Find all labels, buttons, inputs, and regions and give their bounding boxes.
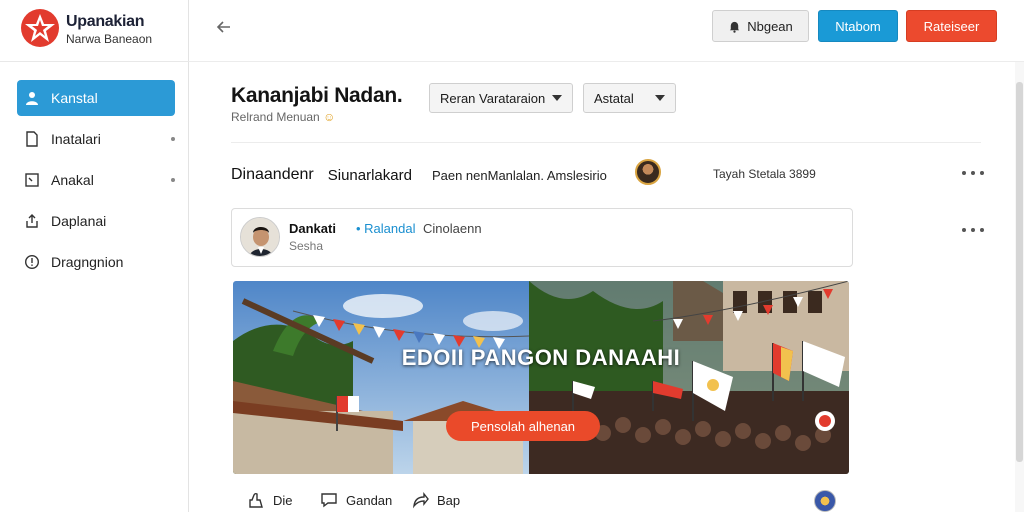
page-title: Kananjabi Nadan. (231, 84, 403, 107)
post-author[interactable]: Dankati (289, 221, 336, 236)
app-window: Upanakian Narwa Baneaon Kanstal Inatalar… (0, 0, 1024, 512)
more-options-icon[interactable] (962, 168, 984, 178)
banner-cta-button[interactable]: Pensolah alhenan (446, 411, 600, 441)
scrollbar-thumb[interactable] (1016, 82, 1023, 462)
status-dropdown[interactable]: Astatal (583, 83, 676, 113)
page-subtitle-text: Relrand Menuan (231, 110, 320, 124)
post-actions: Die Gandan Bap (245, 488, 845, 512)
star-logo-icon (21, 9, 59, 47)
scrollbar[interactable] (1015, 62, 1024, 512)
danger-button[interactable]: Rateiseer (906, 10, 997, 42)
sidebar-item-daplanai[interactable]: Daplanai (17, 203, 175, 239)
sidebar-item-kanstal[interactable]: Kanstal (17, 80, 175, 116)
chevron-down-icon (552, 95, 562, 101)
sidebar-item-label: Daplanai (51, 213, 107, 229)
square-icon (23, 171, 41, 189)
page-subtitle: Relrand Menuan ☺ (231, 110, 335, 124)
header-divider (231, 142, 981, 143)
post-tag[interactable]: • Ralandal (356, 221, 416, 236)
comment-button-label: Gandan (346, 492, 393, 508)
info-strip-primary: Dinaandenr (231, 166, 314, 183)
status-dropdown-value: Astatal (594, 90, 634, 106)
notifications-button-label: Nbgean (747, 18, 793, 34)
sidebar-item-label: Dragngnion (51, 254, 124, 270)
avatar[interactable] (635, 159, 661, 185)
sidebar-item-dragngnion[interactable]: Dragngnion (17, 244, 175, 280)
banner-title: EDOII PANGON DANAAHI (401, 345, 681, 370)
dot-icon (171, 137, 175, 141)
chevron-down-icon (655, 95, 665, 101)
share-button-label: Bap (437, 492, 461, 508)
author-avatar[interactable] (240, 217, 280, 257)
dot-icon (171, 178, 175, 182)
info-strip-secondary: Siunarlakard (327, 166, 412, 184)
sidebar-nav: Kanstal Inatalari Anakal Daplanai Dragng… (17, 80, 175, 285)
like-button-label: Die (273, 492, 293, 508)
brand-title: Upanakian (66, 13, 145, 30)
info-strip: Dinaandenr Siunarlakard Paen nenManlalan… (231, 162, 991, 188)
sidebar-item-inatalari[interactable]: Inatalari (17, 121, 175, 157)
sidebar-item-label: Kanstal (51, 90, 98, 106)
brand-subtitle: Narwa Baneaon (66, 32, 153, 46)
more-options-icon[interactable] (962, 225, 984, 235)
like-icon (247, 491, 265, 509)
sidebar-divider (0, 61, 189, 62)
festival-scene-image (233, 281, 849, 474)
post-card: Dankati • Ralandal Cinolaenn Sesha (231, 208, 853, 267)
user-icon (23, 89, 41, 107)
document-icon (23, 130, 41, 148)
emblem-icon (814, 490, 836, 512)
post-subtitle: Sesha (289, 239, 324, 253)
user-info: Tayah Stetala 3899 (713, 167, 816, 181)
brand-logo[interactable]: Upanakian Narwa Baneaon (18, 6, 186, 50)
filter-dropdown[interactable]: Reran Varataraion (429, 83, 573, 113)
primary-button-label: Ntabom (835, 18, 881, 34)
notifications-button[interactable]: Nbgean (712, 10, 809, 42)
sidebar-item-label: Inatalari (51, 131, 101, 147)
sidebar: Upanakian Narwa Baneaon Kanstal Inatalar… (0, 0, 189, 512)
like-button[interactable]: Die (247, 488, 293, 512)
filter-dropdown-value: Reran Varataraion (440, 90, 546, 106)
post-tag-label: Ralandal (364, 221, 416, 236)
share-icon (23, 212, 41, 230)
post-meta: Cinolaenn (423, 221, 482, 236)
post-banner-image[interactable]: EDOII PANGON DANAAHI Pensolah alhenan (233, 281, 849, 474)
arrow-left-icon (216, 21, 230, 33)
primary-button[interactable]: Ntabom (818, 10, 898, 42)
share-button[interactable]: Bap (411, 488, 460, 512)
wave-icon: ☺ (323, 110, 336, 124)
comment-icon (320, 491, 338, 509)
back-button[interactable] (213, 16, 235, 38)
info-circle-icon (23, 253, 41, 271)
main-content: Kananjabi Nadan. Relrand Menuan ☺ Reran … (189, 62, 1024, 512)
share-arrow-icon (411, 491, 429, 509)
comment-button[interactable]: Gandan (320, 488, 392, 512)
sidebar-item-label: Anakal (51, 172, 94, 188)
danger-button-label: Rateiseer (923, 18, 980, 34)
sidebar-item-anakal[interactable]: Anakal (17, 162, 175, 198)
top-bar: Nbgean Ntabom Rateiseer (189, 0, 1024, 62)
bell-icon (728, 20, 741, 33)
info-strip-description: Paen nenManlalan. Amslesirio (431, 167, 607, 183)
